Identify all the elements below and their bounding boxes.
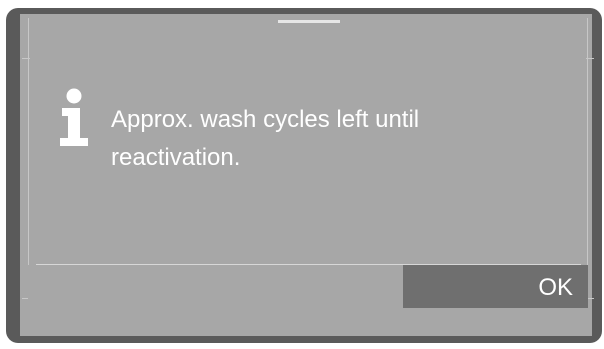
bottom-bar-left (28, 265, 403, 308)
dialog-message: Approx. wash cycles left until reactivat… (111, 106, 420, 171)
ok-button[interactable]: OK (403, 265, 588, 308)
info-icon (60, 88, 88, 146)
